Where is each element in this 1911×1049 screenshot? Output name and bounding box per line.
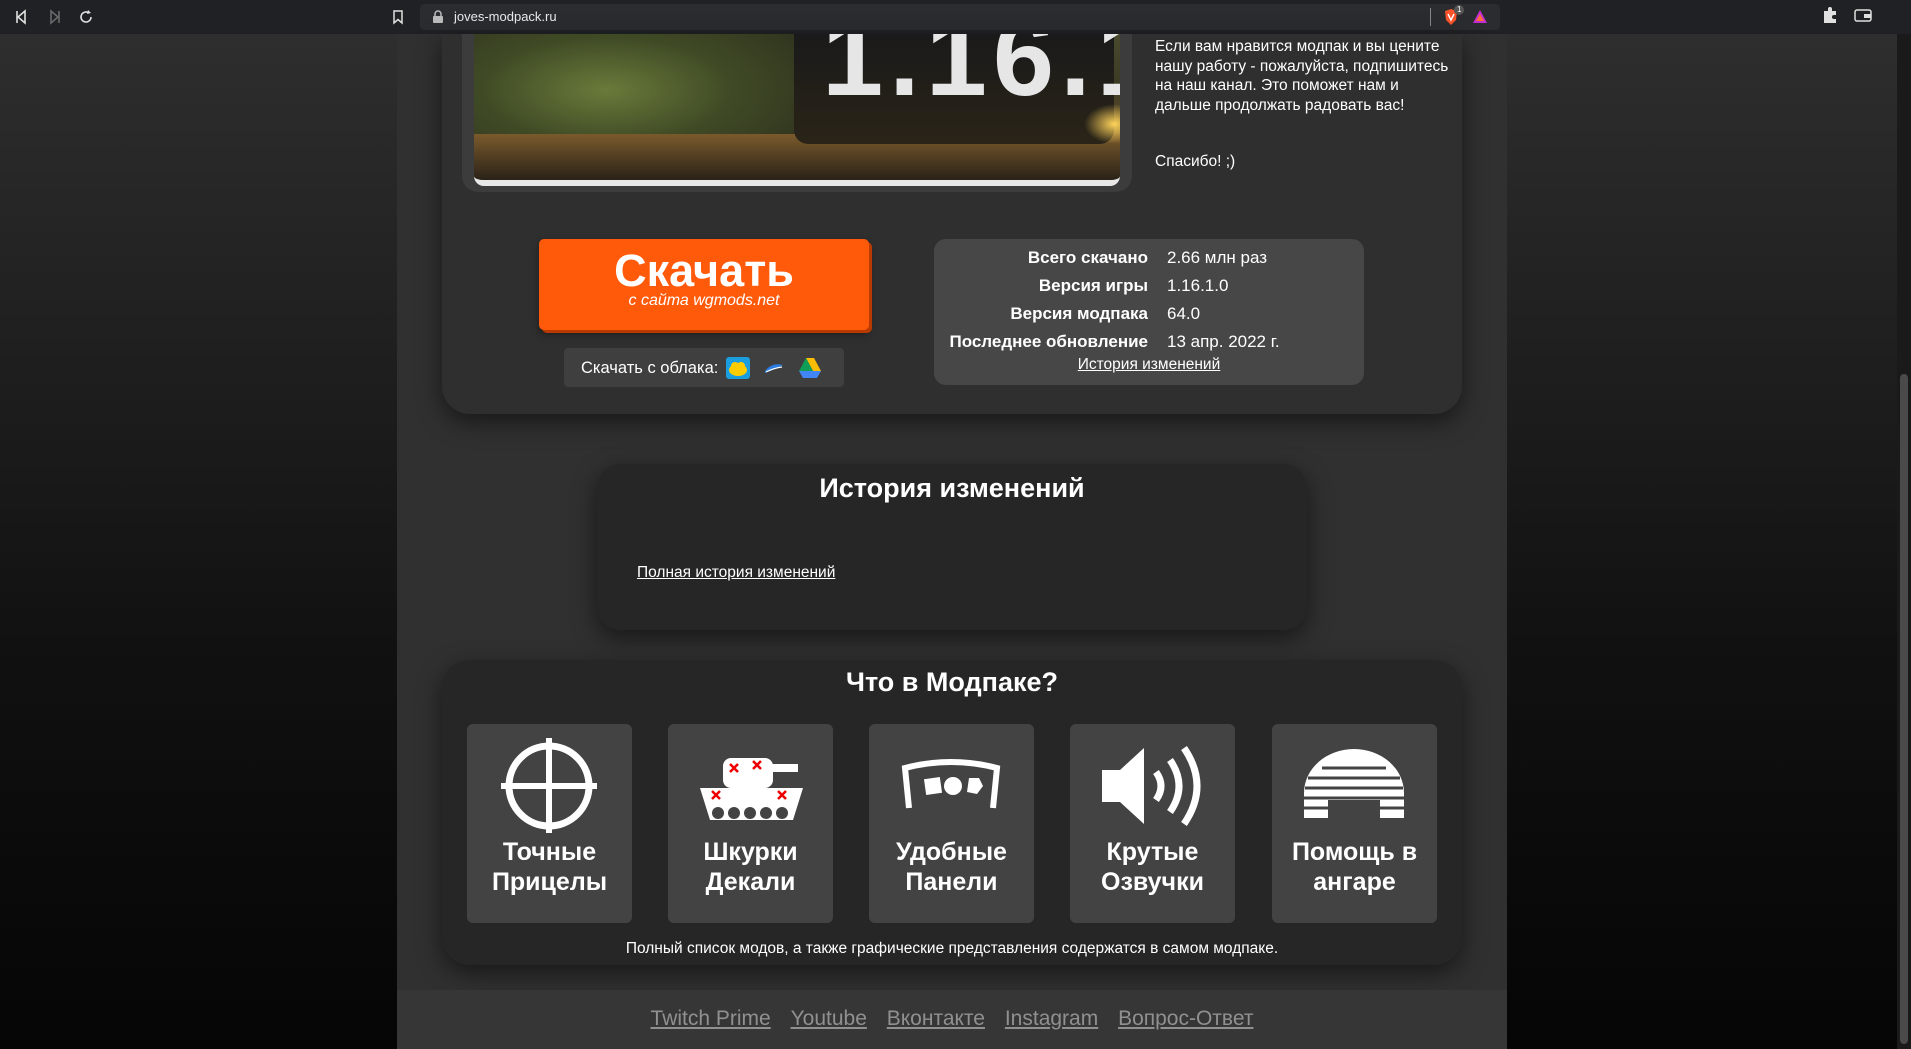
cloud-download-bar: Скачать с облака: bbox=[564, 348, 844, 387]
tank-skin-icon bbox=[700, 758, 803, 820]
reload-icon bbox=[80, 10, 92, 23]
shields-badge: 1 bbox=[1454, 5, 1465, 15]
stat-value: 13 апр. 2022 г. bbox=[1167, 332, 1280, 351]
wallet-icon bbox=[1854, 9, 1872, 22]
download-title: Скачать bbox=[614, 245, 794, 296]
tile-line2: ангаре bbox=[1313, 868, 1396, 896]
footer-link-instagram[interactable]: Instagram bbox=[1005, 1007, 1098, 1030]
speaker-icon bbox=[1102, 746, 1201, 826]
tile-line1: Шкурки bbox=[703, 838, 798, 866]
forward-button[interactable] bbox=[42, 5, 66, 29]
footer-link-faq[interactable]: Вопрос-Ответ bbox=[1118, 1007, 1253, 1030]
stat-value: 1.16.1.0 bbox=[1167, 276, 1229, 295]
scrollbar-thumb[interactable] bbox=[1900, 374, 1908, 1044]
tile-line1: Крутые bbox=[1106, 838, 1199, 866]
feature-tile-label: Шкурки Декали bbox=[668, 837, 833, 897]
mail-cloud-icon[interactable] bbox=[762, 357, 786, 379]
url-text: joves-modpack.ru bbox=[454, 9, 557, 24]
stat-key: Последнее обновление bbox=[949, 332, 1148, 351]
page-scrollbar[interactable] bbox=[1897, 34, 1911, 1049]
modpack-note: Полный список модов, а также графические… bbox=[625, 940, 1279, 957]
tile-line1: Удобные bbox=[896, 838, 1007, 866]
browser-toolbar: joves-modpack.ru 1 bbox=[0, 0, 1911, 34]
crosshair-icon bbox=[501, 738, 597, 833]
thanks-text: Спасибо! ;) bbox=[1155, 153, 1236, 170]
stat-key: Всего скачано bbox=[1027, 248, 1148, 267]
feature-tile-panels[interactable]: Удобные Панели bbox=[869, 724, 1034, 923]
feature-tile-skins[interactable]: Шкурки Декали bbox=[668, 724, 833, 923]
address-bar[interactable]: joves-modpack.ru 1 bbox=[420, 4, 1500, 30]
tile-line1: Помощь в bbox=[1291, 838, 1418, 866]
brave-rewards-icon[interactable] bbox=[1472, 9, 1488, 24]
feature-tile-voiceovers[interactable]: Крутые Озвучки bbox=[1070, 724, 1235, 923]
lock-icon bbox=[433, 10, 443, 23]
google-drive-icon[interactable] bbox=[798, 357, 822, 379]
feature-tile-label: Точные Прицелы bbox=[467, 837, 632, 897]
feature-tile-label: Крутые Озвучки bbox=[1070, 837, 1235, 897]
support-paragraph: Если вам нравится модпак и вы цените наш… bbox=[1155, 38, 1449, 114]
yandex-disk-icon[interactable] bbox=[726, 357, 750, 379]
modpack-banner-image: 1.16.1 bbox=[474, 34, 1120, 186]
feature-tile-label: Удобные Панели bbox=[869, 837, 1034, 897]
puzzle-icon bbox=[1824, 7, 1836, 23]
footer: Twitch Prime Youtube Вконтакте Instagram… bbox=[397, 990, 1507, 1049]
back-arrow-icon bbox=[16, 9, 26, 25]
changelog-card: История изменений Полная история изменен… bbox=[597, 464, 1307, 630]
tile-line2: Прицелы bbox=[491, 868, 608, 896]
changelog-link[interactable]: История изменений bbox=[934, 356, 1364, 374]
stat-key: Версия игры bbox=[1038, 276, 1148, 295]
footer-links: Twitch Prime Youtube Вконтакте Instagram… bbox=[397, 1007, 1507, 1031]
footer-link-youtube[interactable]: Youtube bbox=[791, 1007, 867, 1030]
download-subtitle: с сайта wgmods.net bbox=[628, 292, 780, 309]
forward-arrow-icon bbox=[50, 9, 60, 25]
reload-button[interactable] bbox=[74, 5, 98, 29]
modpack-contents-card: Что в Модпаке? Точные Прицелы Шкурки Декал… bbox=[442, 660, 1462, 965]
back-button[interactable] bbox=[10, 5, 34, 29]
download-button[interactable]: Скачать с сайта wgmods.net bbox=[539, 239, 869, 330]
stat-key: Версия модпака bbox=[1010, 304, 1148, 323]
bookmark-icon bbox=[393, 10, 403, 25]
hangar-icon bbox=[1304, 749, 1404, 818]
feature-tile-label: Помощь в ангаре bbox=[1272, 837, 1437, 897]
extensions-button[interactable] bbox=[1822, 6, 1838, 29]
stats-panel: Всего скачано 2.66 млн раз Версия игры 1… bbox=[934, 239, 1364, 385]
banner-flare bbox=[1084, 104, 1120, 144]
wallet-button[interactable] bbox=[1854, 6, 1872, 29]
changelog-title: История изменений bbox=[819, 473, 1085, 503]
tile-line2: Озвучки bbox=[1101, 868, 1204, 896]
full-changelog-link[interactable]: Полная история изменений bbox=[637, 564, 835, 582]
panels-icon bbox=[901, 759, 1001, 809]
cloud-label: Скачать с облака: bbox=[581, 359, 719, 377]
feature-tile-hangar[interactable]: Помощь в ангаре bbox=[1272, 724, 1437, 923]
stat-value: 2.66 млн раз bbox=[1167, 248, 1268, 267]
tile-line2: Панели bbox=[905, 868, 998, 896]
tile-line1: Точные bbox=[502, 838, 597, 866]
banner-version-text: 1.16.1 bbox=[822, 34, 1120, 119]
modpack-contents-title: Что в Модпаке? bbox=[845, 667, 1059, 697]
bookmark-button[interactable] bbox=[386, 5, 410, 29]
footer-link-vk[interactable]: Вконтакте bbox=[887, 1007, 985, 1030]
stat-value: 64.0 bbox=[1167, 304, 1201, 323]
footer-link-twitch[interactable]: Twitch Prime bbox=[651, 1007, 771, 1030]
address-separator bbox=[1430, 8, 1431, 26]
tile-line2: Декали bbox=[705, 868, 796, 896]
feature-tile-crosshairs[interactable]: Точные Прицелы bbox=[467, 724, 632, 923]
